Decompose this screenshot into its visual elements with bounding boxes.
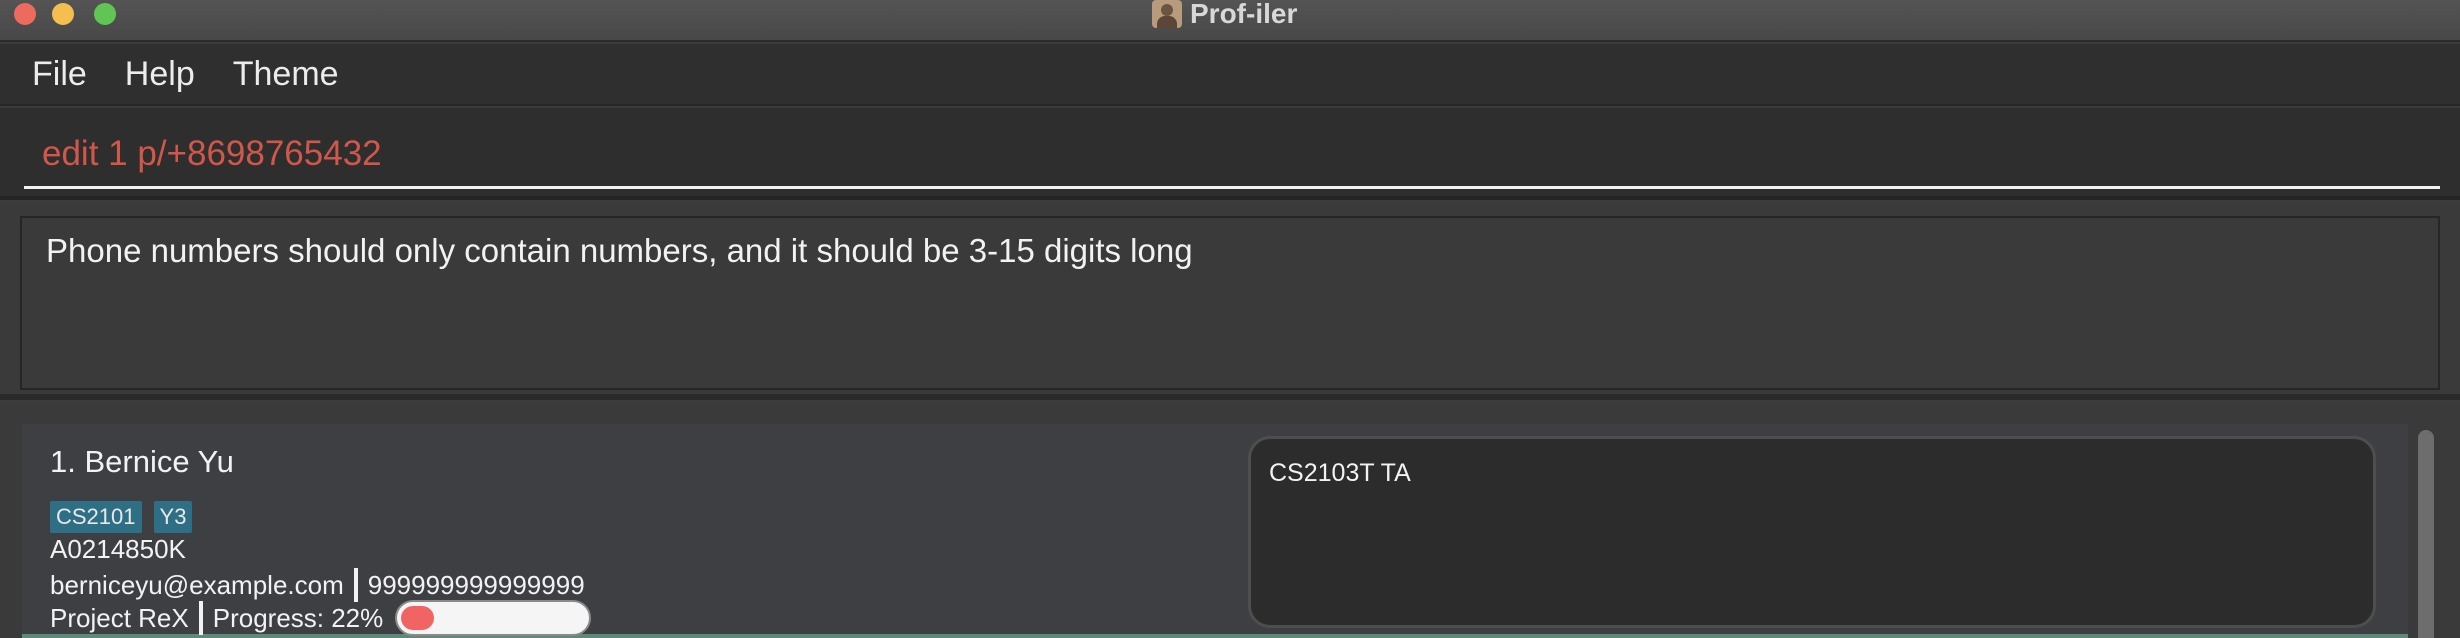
result-display-panel: Phone numbers should only contain number… [0,204,2460,400]
menu-theme[interactable]: Theme [233,55,339,94]
window-close-button[interactable] [14,3,36,25]
person-phone: 999999999999999 [367,569,585,600]
person-list-panel: 1. Bernice Yu CS2101 Y3 A0214850K bernic… [0,404,2460,638]
notes-text: CS2103T TA [1269,459,1411,487]
tag: CS2101 [50,501,142,533]
progress-bar-fill [401,606,435,630]
app-avatar-icon [1152,0,1182,28]
command-input-underline [24,186,2440,189]
result-message: Phone numbers should only contain number… [46,232,1193,269]
result-display[interactable]: Phone numbers should only contain number… [20,216,2440,390]
list-scrollbar[interactable] [2418,430,2434,638]
window-titlebar: Prof-iler [0,0,2460,42]
window-maximize-button[interactable] [94,3,116,25]
progress-bar [395,600,592,636]
command-box[interactable]: edit 1 p/+8698765432 [0,108,2460,200]
contact-row: berniceyu@example.com 999999999999999 [50,568,585,602]
window-title: Prof-iler [1190,0,1298,29]
menu-file[interactable]: File [32,55,87,94]
notes-panel[interactable]: CS2103T TA [1248,436,2376,628]
person-name: 1. Bernice Yu [50,444,234,479]
window-minimize-button[interactable] [52,3,74,25]
divider [198,601,203,635]
person-project: Project ReX [50,602,189,633]
command-input[interactable]: edit 1 p/+8698765432 [42,134,382,174]
divider [353,568,358,602]
menu-bar: File Help Theme [0,44,2460,106]
person-card[interactable]: 1. Bernice Yu CS2101 Y3 A0214850K bernic… [22,424,2408,638]
person-email: berniceyu@example.com [50,569,344,600]
tag: Y3 [153,501,193,533]
tag-list: CS2101 Y3 [50,501,193,533]
window-title-group: Prof-iler [1152,0,1298,29]
project-row: Project ReX Progress: 22% [50,600,592,636]
menu-help[interactable]: Help [125,55,195,94]
student-id: A0214850K [50,534,186,564]
progress-label: Progress: 22% [212,602,384,633]
